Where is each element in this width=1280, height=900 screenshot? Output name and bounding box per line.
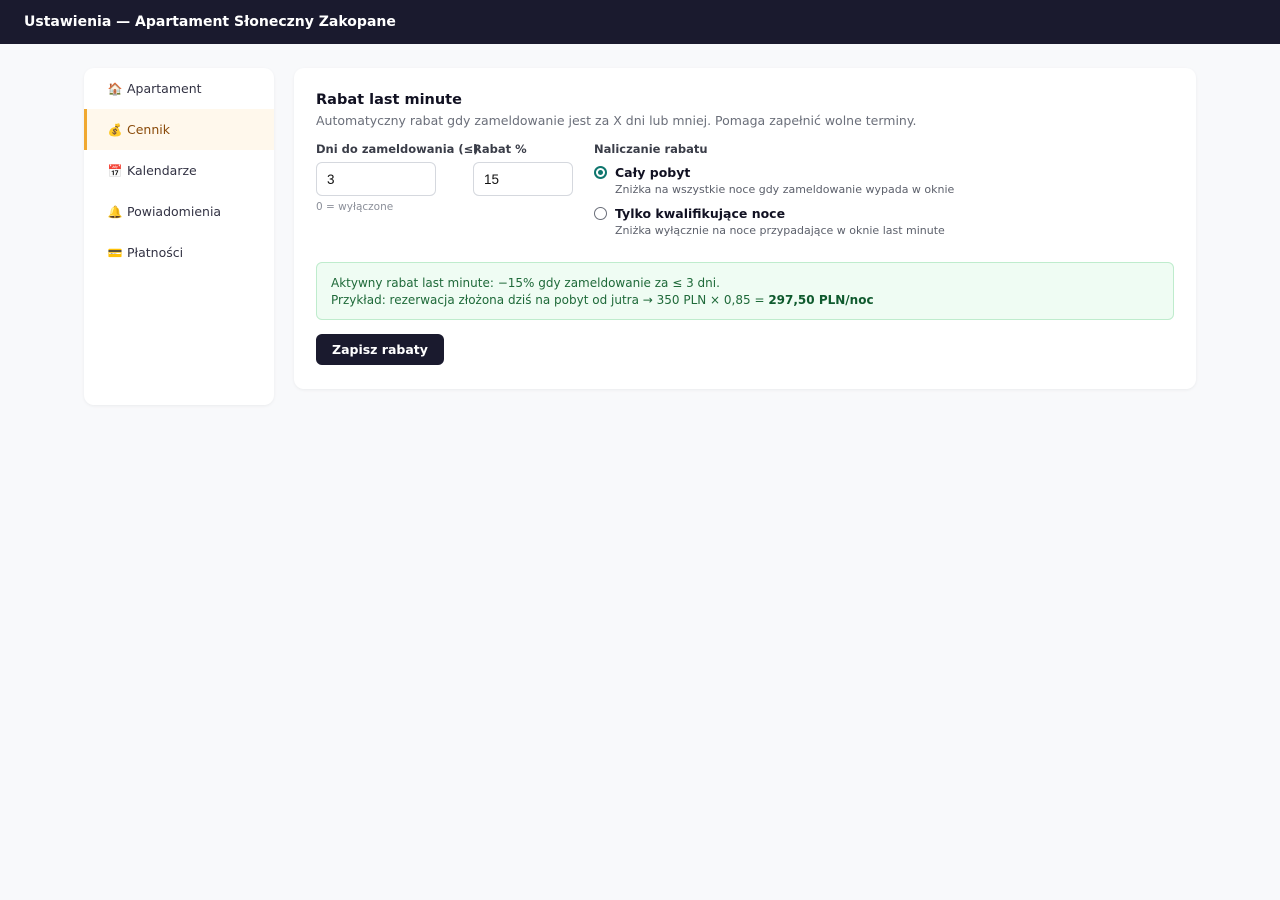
example-text: Przykład: rezerwacja złożona dziś na pob… — [331, 293, 769, 307]
discount-mode-group: Naliczanie rabatu Cały pobyt Zniżka na w… — [594, 142, 1154, 247]
save-discounts-button[interactable]: Zapisz rabaty — [316, 334, 444, 365]
summary-line: Aktywny rabat last minute: −15% gdy zame… — [331, 276, 720, 290]
radio-description: Zniżka wyłącznie na noce przypadające w … — [615, 224, 945, 237]
app-header: Ustawienia — Apartament Słoneczny Zakopa… — [0, 0, 1280, 44]
discount-label: Rabat % — [473, 142, 527, 156]
radio-title: Cały pobyt — [615, 165, 691, 180]
discount-mode-label: Naliczanie rabatu — [594, 142, 708, 156]
example-line: Przykład: rezerwacja złożona dziś na pob… — [331, 292, 1159, 309]
calendar-icon: 📅 — [107, 163, 123, 178]
discount-field: Rabat % — [473, 142, 573, 196]
sidebar-item-powiadomienia[interactable]: 🔔 Powiadomienia — [84, 191, 274, 232]
sidebar-item-label: Płatności — [127, 245, 184, 260]
days-label: Dni do zameldowania (≤) — [316, 142, 479, 156]
radio-description: Zniżka na wszystkie noce gdy zameldowani… — [615, 183, 955, 196]
radio-title: Tylko kwalifikujące noce — [615, 206, 786, 221]
bell-icon: 🔔 — [107, 204, 123, 219]
days-field: Dni do zameldowania (≤) 0 = wyłączone — [316, 142, 479, 213]
settings-layout: 🏠 Apartament 💰 Cennik 📅 Kalendarze 🔔 Pow… — [0, 44, 1280, 900]
house-icon: 🏠 — [107, 81, 123, 96]
radio-text: Cały pobyt Zniżka na wszystkie noce gdy … — [615, 165, 954, 196]
radio-qualifying-nights[interactable]: Tylko kwalifikujące noce Zniżka wyłączni… — [594, 206, 1154, 237]
settings-sidebar: 🏠 Apartament 💰 Cennik 📅 Kalendarze 🔔 Pow… — [84, 68, 274, 405]
radio-text: Tylko kwalifikujące noce Zniżka wyłączni… — [615, 206, 945, 237]
radio-whole-stay[interactable]: Cały pobyt Zniżka na wszystkie noce gdy … — [594, 165, 1154, 196]
sidebar-item-platnosci[interactable]: 💳 Płatności — [84, 232, 274, 273]
radio-button-checked[interactable] — [594, 166, 607, 179]
credit-card-icon: 💳 — [107, 245, 123, 260]
sidebar-item-label: Cennik — [127, 122, 170, 137]
days-input[interactable] — [316, 162, 436, 196]
card-subtitle: Automatyczny rabat gdy zameldowanie jest… — [316, 113, 917, 128]
discount-form: Dni do zameldowania (≤) 0 = wyłączone Ra… — [316, 142, 1174, 254]
discount-percent-input[interactable] — [473, 162, 573, 196]
sidebar-item-label: Apartament — [127, 81, 202, 96]
card-title: Rabat last minute — [316, 92, 462, 108]
sidebar-item-kalendarze[interactable]: 📅 Kalendarze — [84, 150, 274, 191]
page-title: Ustawienia — Apartament Słoneczny Zakopa… — [24, 14, 396, 30]
last-minute-discount-card: Rabat last minute Automatyczny rabat gdy… — [294, 68, 1196, 389]
radio-button[interactable] — [594, 207, 607, 220]
sidebar-item-cennik[interactable]: 💰 Cennik — [84, 109, 274, 150]
sidebar-item-apartament[interactable]: 🏠 Apartament — [84, 68, 274, 109]
active-discount-summary: Aktywny rabat last minute: −15% gdy zame… — [316, 262, 1174, 320]
example-result: 297,50 PLN/noc — [768, 293, 874, 307]
days-hint: 0 = wyłączone — [316, 201, 394, 213]
sidebar-item-label: Kalendarze — [127, 163, 197, 178]
money-bag-icon: 💰 — [107, 122, 123, 137]
sidebar-item-label: Powiadomienia — [127, 204, 222, 219]
